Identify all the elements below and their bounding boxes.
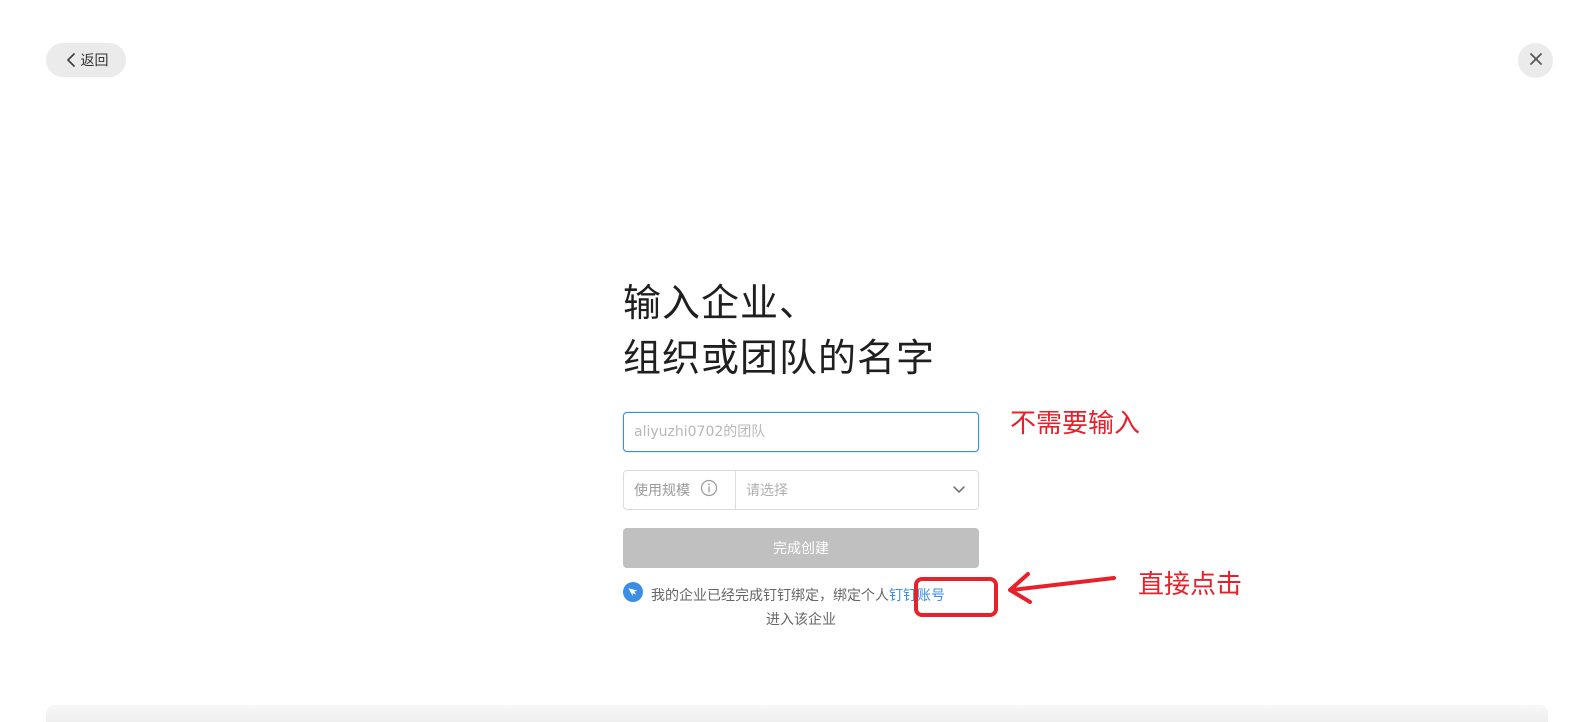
usage-scale-field: 使用规模 请选择 [623,470,979,510]
annotation-no-input: 不需要输入 [1010,409,1141,439]
complete-create-button[interactable]: 完成创建 [623,528,979,568]
info-icon[interactable] [700,479,718,501]
chevron-down-icon [952,482,966,498]
annotation-arrow [1008,572,1116,604]
bottom-panel-edge [46,705,1548,722]
title-line-1: 输入企业、 [623,281,819,325]
dingtalk-icon [623,582,643,609]
title-line-2: 组织或团队的名字 [623,336,936,380]
close-button[interactable] [1518,43,1553,78]
close-icon [1528,51,1544,71]
page-title: 输入企业、 组织或团队的名字 [623,276,979,386]
usage-scale-select-placeholder: 请选择 [746,483,788,499]
team-name-input[interactable] [623,412,979,452]
create-team-form: 输入企业、 组织或团队的名字 使用规模 请选择 [623,276,979,628]
usage-scale-label-cell: 使用规模 [624,471,736,509]
bind-note-text: 我的企业已经完成钉钉绑定，绑定个人 [651,587,889,604]
back-label: 返回 [80,53,109,69]
chevron-left-icon [64,52,78,68]
back-button[interactable]: 返回 [46,43,126,77]
create-team-page: 返回 输入企业、 组织或团队的名字 使用规模 [0,0,1594,722]
usage-scale-label: 使用规模 [634,483,690,499]
annotation-highlight-box [914,577,998,617]
annotation-click-directly: 直接点击 [1138,570,1243,600]
usage-scale-select[interactable]: 请选择 [736,471,978,509]
